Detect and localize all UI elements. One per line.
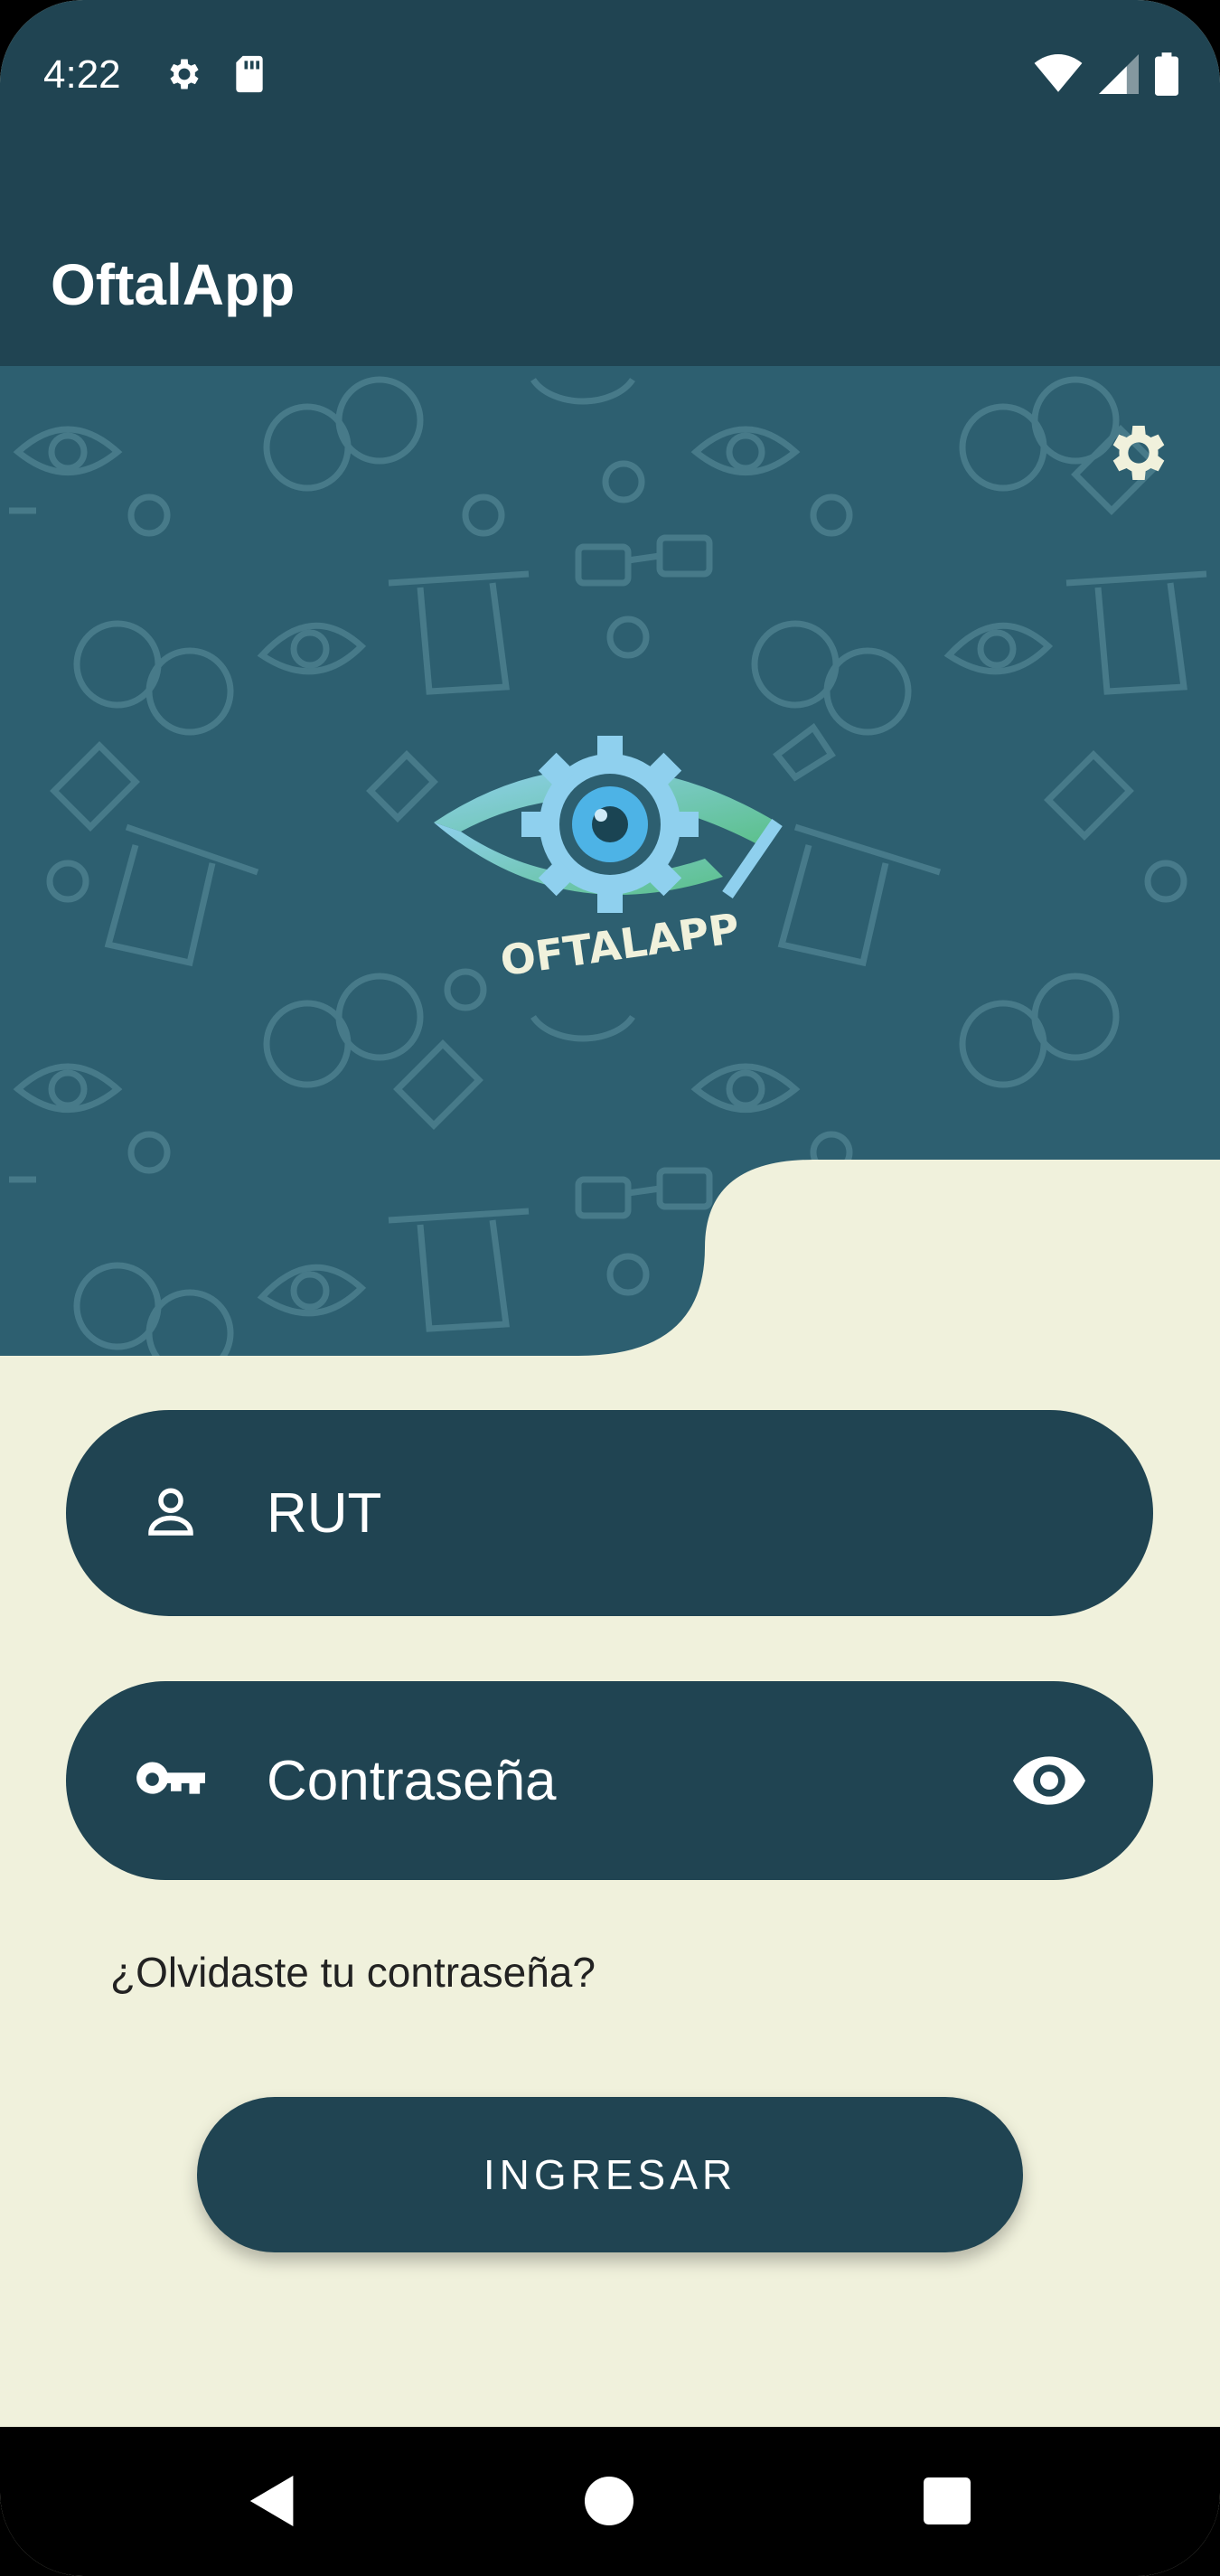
settings-gear-icon[interactable] <box>1103 417 1175 489</box>
key-icon <box>136 1746 205 1815</box>
battery-icon <box>1155 52 1178 96</box>
password-field[interactable] <box>66 1681 1153 1880</box>
person-icon <box>136 1479 205 1547</box>
gear-icon <box>170 59 199 89</box>
sd-card-icon <box>236 55 263 93</box>
hero-banner: OFTALAPP <box>0 366 1220 1356</box>
wifi-icon <box>1034 54 1083 92</box>
phone-screen: 4:22 OftalApp OFTALAPP RUT ¿Olvidaste tu… <box>0 0 1220 2576</box>
logo-text: OFTALAPP <box>497 904 742 986</box>
rut-input[interactable] <box>265 1471 990 1555</box>
app-top-bar: 4:22 OftalApp <box>0 0 1220 366</box>
cell-signal-icon <box>1099 54 1139 94</box>
back-icon[interactable] <box>237 2465 309 2537</box>
status-time: 4:22 <box>43 52 121 97</box>
status-icons-right <box>1034 52 1178 96</box>
forgot-password-link[interactable]: ¿Olvidaste tu contraseña? <box>110 1948 596 1997</box>
recents-icon[interactable] <box>911 2465 983 2537</box>
oftalapp-logo: OFTALAPP <box>434 736 783 986</box>
app-title: OftalApp <box>51 252 296 317</box>
system-nav-bar <box>0 2427 1220 2576</box>
home-icon[interactable] <box>573 2465 645 2537</box>
rut-field[interactable] <box>66 1410 1153 1616</box>
login-button[interactable]: INGRESAR <box>197 2097 1023 2252</box>
password-input[interactable] <box>265 1739 990 1822</box>
eye-icon[interactable] <box>1009 1740 1090 1821</box>
status-icons-left <box>164 54 267 94</box>
